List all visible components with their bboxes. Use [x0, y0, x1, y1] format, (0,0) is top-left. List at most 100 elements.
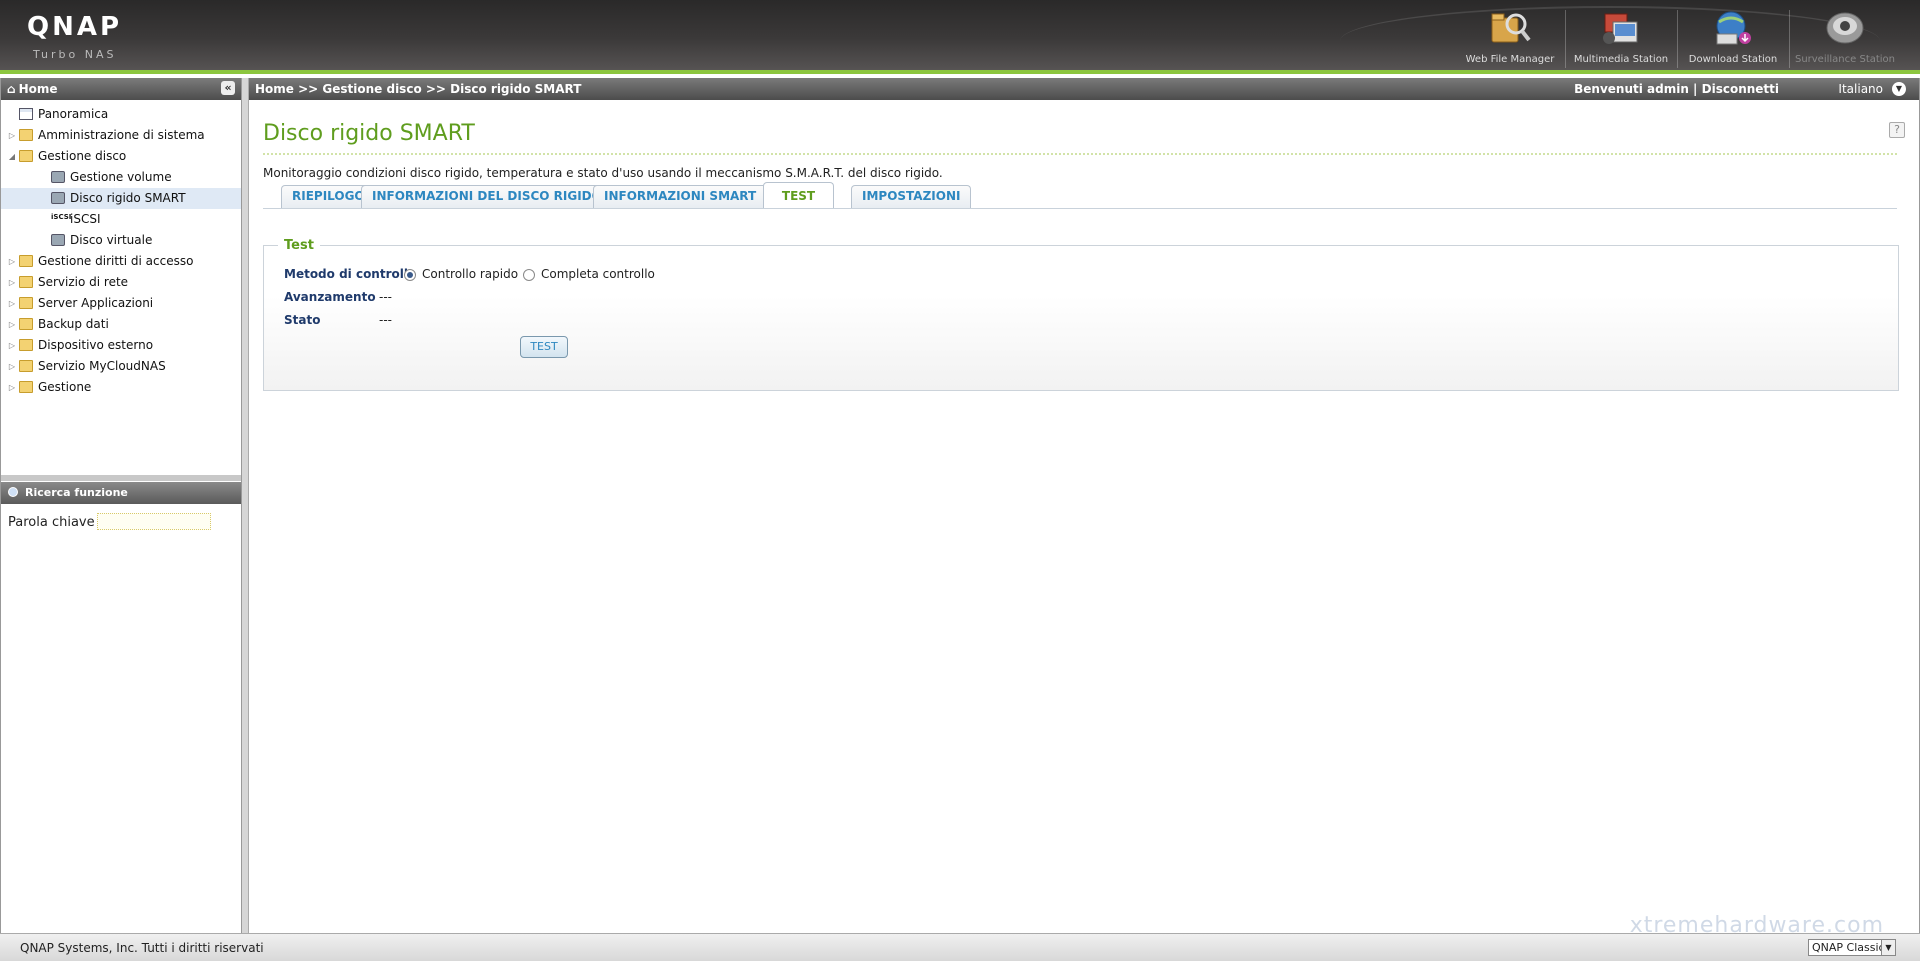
sidebar-item-servizio-mycloudnas[interactable]: ▷ Servizio MyCloudNAS — [1, 356, 241, 377]
function-search-title: Ricerca funzione — [25, 486, 128, 499]
sidebar-item-gestione-volume[interactable]: Gestione volume — [1, 167, 241, 188]
expand-arrow-icon[interactable]: ▷ — [7, 377, 17, 398]
theme-select-value: QNAP Classic — [1812, 941, 1885, 954]
status-value: --- — [379, 313, 392, 327]
sidebar-item-label: Gestione disco — [38, 149, 127, 163]
folder-icon — [19, 339, 33, 351]
main-content: Home >> Gestione disco >> Disco rigido S… — [248, 78, 1920, 933]
sidebar-item-label: Amministrazione di sistema — [38, 128, 205, 142]
app-label: Multimedia Station — [1573, 54, 1669, 65]
app-label: Download Station — [1688, 54, 1778, 65]
theme-select[interactable]: QNAP Classic ▼ — [1808, 939, 1896, 956]
expand-arrow-icon[interactable]: ▷ — [7, 293, 17, 314]
sidebar-item-label: Gestione diritti di accesso — [38, 254, 194, 268]
surveillance-station-icon — [1822, 8, 1868, 48]
top-bar: Home >> Gestione disco >> Disco rigido S… — [249, 78, 1919, 100]
sidebar-item-disco-virtuale[interactable]: Disco virtuale — [1, 230, 241, 251]
folder-icon — [19, 276, 33, 288]
quick-check-radio[interactable] — [404, 269, 416, 281]
expand-arrow-icon[interactable]: ▷ — [7, 251, 17, 272]
sidebar-item-label: iSCSI — [70, 212, 101, 226]
sidebar-item-panoramica[interactable]: Panoramica — [1, 104, 241, 125]
tab-test[interactable]: TEST — [763, 182, 834, 209]
app-surveillance-station[interactable]: Surveillance Station — [1789, 8, 1901, 65]
chevron-down-icon[interactable]: ▼ — [1881, 940, 1895, 955]
sidebar-item-servizio-di-rete[interactable]: ▷ Servizio di rete — [1, 272, 241, 293]
navigation-tree: Panoramica ▷ Amministrazione di sistema ◢ Ge… — [1, 100, 241, 398]
tab-informazioni-smart[interactable]: INFORMAZIONI SMART — [593, 185, 768, 208]
search-panel-icon — [8, 487, 18, 497]
page-description: Monitoraggio condizioni disco rigido, te… — [263, 166, 943, 180]
brand-subtitle: Turbo NAS — [33, 48, 117, 61]
sidebar-item-label: Disco virtuale — [70, 233, 153, 247]
page-title: Disco rigido SMART — [263, 121, 475, 146]
function-search-header: Ricerca funzione — [1, 482, 241, 504]
expand-arrow-icon[interactable]: ▷ — [7, 356, 17, 377]
sidebar-splitter[interactable] — [1, 475, 241, 481]
sidebar-item-server-applicazioni[interactable]: ▷ Server Applicazioni — [1, 293, 241, 314]
sidebar-item-label: Servizio MyCloudNAS — [38, 359, 166, 373]
brand-name: QNAP — [27, 12, 123, 42]
quick-check-label[interactable]: Controllo rapido — [422, 267, 518, 281]
tab-informazioni-disco[interactable]: INFORMAZIONI DEL DISCO RIGIDO — [361, 185, 613, 208]
sidebar-item-dispositivo-esterno[interactable]: ▷ Dispositivo esterno — [1, 335, 241, 356]
web-file-manager-icon — [1487, 8, 1533, 48]
smart-disk-icon — [51, 192, 65, 204]
qnap-logo: QNAP Turbo NAS — [27, 12, 122, 61]
overview-icon — [19, 108, 33, 120]
sidebar-title: Home — [18, 82, 58, 96]
folder-icon — [19, 360, 33, 372]
language-selector[interactable]: Italiano — [1838, 82, 1883, 96]
app-download-station[interactable]: Download Station — [1677, 8, 1789, 65]
collapse-arrow-icon[interactable]: ◢ — [7, 146, 17, 167]
test-legend: Test — [278, 238, 320, 253]
expand-arrow-icon[interactable]: ▷ — [7, 125, 17, 146]
chevron-down-icon[interactable]: ▼ — [1892, 82, 1906, 96]
sidebar-item-amministrazione-di-sistema[interactable]: ▷ Amministrazione di sistema — [1, 125, 241, 146]
tab-impostazioni[interactable]: IMPOSTAZIONI — [851, 185, 972, 208]
folder-icon — [19, 297, 33, 309]
copyright-text: QNAP Systems, Inc. Tutti i diritti riser… — [20, 941, 264, 955]
full-check-radio[interactable] — [523, 269, 535, 281]
status-label: Stato — [284, 313, 321, 327]
multimedia-station-icon — [1598, 8, 1644, 48]
top-header: QNAP Turbo NAS Web File Manager Multimed… — [0, 0, 1920, 74]
title-divider — [263, 153, 1897, 155]
folder-icon — [19, 255, 33, 267]
welcome-logout-link[interactable]: Benvenuti admin | Disconnetti — [1574, 82, 1779, 96]
help-icon[interactable]: ? — [1889, 122, 1905, 138]
sidebar-item-label: Gestione volume — [70, 170, 172, 184]
collapse-sidebar-icon[interactable]: « — [221, 81, 235, 95]
sidebar-item-label: Backup dati — [38, 317, 109, 331]
sidebar-item-label: Panoramica — [38, 107, 109, 121]
sidebar-item-iscsi[interactable]: iSCSI iSCSI — [1, 209, 241, 230]
sidebar-header: ⌂ Home « — [1, 78, 241, 100]
folder-icon — [19, 129, 33, 141]
app-label: Web File Manager — [1465, 54, 1555, 65]
method-label: Metodo di controllo — [284, 267, 417, 281]
home-icon: ⌂ — [7, 82, 16, 96]
sidebar-item-disco-rigido-smart[interactable]: Disco rigido SMART — [1, 188, 241, 209]
sidebar: ⌂ Home « Panoramica ▷ Amministrazione di si… — [0, 78, 242, 933]
test-fieldset: Test Metodo di controllo Controllo rapid… — [263, 238, 1899, 391]
full-check-label[interactable]: Completa controllo — [541, 267, 655, 281]
sidebar-item-label: Servizio di rete — [38, 275, 129, 289]
expand-arrow-icon[interactable]: ▷ — [7, 272, 17, 293]
folder-icon — [19, 318, 33, 330]
folder-icon — [19, 381, 33, 393]
expand-arrow-icon[interactable]: ▷ — [7, 335, 17, 356]
virtual-disk-icon — [51, 234, 65, 246]
sidebar-item-gestione-disco[interactable]: ◢ Gestione disco — [1, 146, 241, 167]
keyword-input[interactable] — [97, 513, 211, 530]
app-multimedia-station[interactable]: Multimedia Station — [1565, 8, 1677, 65]
iscsi-icon: iSCSI — [51, 213, 72, 221]
expand-arrow-icon[interactable]: ▷ — [7, 314, 17, 335]
app-web-file-manager[interactable]: Web File Manager — [1454, 8, 1566, 65]
test-button[interactable]: TEST — [520, 336, 568, 358]
sidebar-item-gestione-diritti-di-accesso[interactable]: ▷ Gestione diritti di accesso — [1, 251, 241, 272]
breadcrumb[interactable]: Home >> Gestione disco >> Disco rigido S… — [255, 82, 581, 96]
sidebar-item-backup-dati[interactable]: ▷ Backup dati — [1, 314, 241, 335]
progress-label: Avanzamento — [284, 290, 376, 304]
sidebar-item-gestione[interactable]: ▷ Gestione — [1, 377, 241, 398]
sidebar-item-label: Disco rigido SMART — [70, 191, 186, 205]
